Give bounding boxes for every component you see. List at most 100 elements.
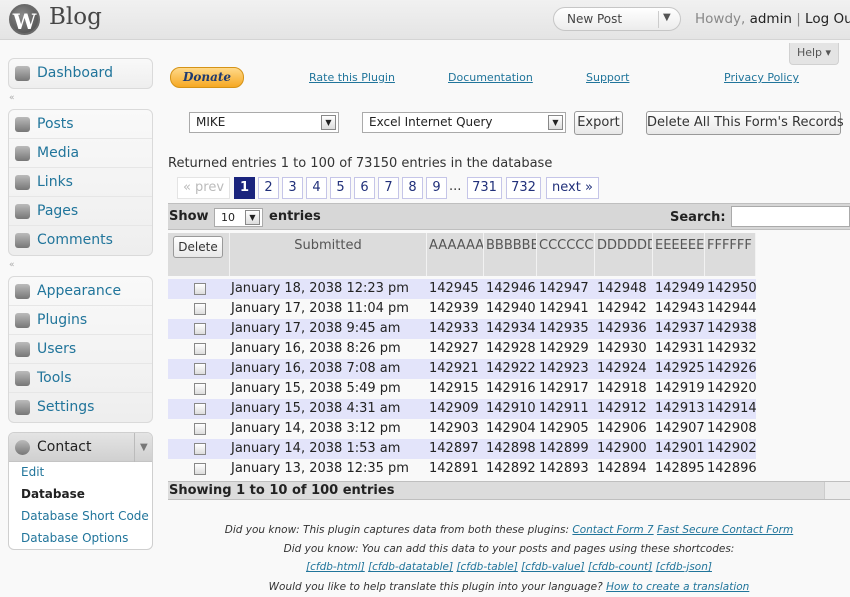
documentation-link[interactable]: Documentation — [448, 71, 533, 84]
menu-links[interactable]: Links — [9, 168, 152, 197]
search-input[interactable] — [731, 206, 850, 227]
separator: | — [791, 11, 806, 27]
privacy-policy-link[interactable]: Privacy Policy — [724, 71, 799, 84]
capture-note: Did you know: This plugin captures data … — [168, 524, 850, 536]
export-format-select[interactable]: Excel Internet Query ▼ — [362, 112, 566, 133]
shortcode-cfdb-table-link[interactable]: [cfdb-table] — [456, 561, 517, 573]
shortcode-cfdb-value-link[interactable]: [cfdb-value] — [521, 561, 584, 573]
menu-dashboard[interactable]: Dashboard — [9, 59, 152, 88]
column-header-bbbbbb[interactable]: BBBBBB — [484, 233, 537, 276]
cell-aaaaaa: 142939 — [429, 301, 479, 316]
menu-media[interactable]: Media — [9, 139, 152, 168]
chevron-down-icon[interactable]: ▼ — [245, 210, 260, 225]
form-select[interactable]: MIKE ▼ — [189, 112, 339, 133]
cell-dddddd: 142942 — [597, 301, 647, 316]
shortcode-cfdb-json-link[interactable]: [cfdb-json] — [656, 561, 712, 573]
cell-eeeeee: 142943 — [655, 301, 705, 316]
column-header-ffffff[interactable]: FFFFFF — [705, 233, 756, 276]
horizontal-scrollbar[interactable] — [824, 482, 850, 499]
cell-dddddd: 142924 — [597, 361, 647, 376]
row-select-checkbox[interactable] — [194, 423, 206, 435]
triangle-down-icon[interactable]: ▼ — [140, 433, 148, 462]
menu-contact[interactable]: Contact ▼ — [9, 433, 152, 462]
cell-bbbbbb: 142910 — [486, 401, 536, 416]
submenu-database-short-code[interactable]: Database Short Code — [21, 509, 149, 523]
column-header-cccccc[interactable]: CCCCCC — [537, 233, 595, 276]
delete-selected-button[interactable]: Delete — [173, 236, 223, 258]
row-select-checkbox[interactable] — [194, 403, 206, 415]
menu-settings[interactable]: Settings — [9, 393, 152, 422]
cell-eeeeee: 142919 — [655, 381, 705, 396]
chevron-down-icon[interactable]: ▼ — [321, 115, 336, 130]
cell-bbbbbb: 142916 — [486, 381, 536, 396]
fast-secure-contact-form-link[interactable]: Fast Secure Contact Form — [657, 524, 793, 536]
pagination-page-3[interactable]: 3 — [282, 177, 303, 199]
shortcode-cfdb-html-link[interactable]: [cfdb-html] — [306, 561, 365, 573]
table-row: January 17, 2038 11:04 pm 142939 142940 142… — [168, 299, 757, 319]
shortcode-cfdb-datatable-link[interactable]: [cfdb-datatable] — [368, 561, 453, 573]
chevron-down-icon[interactable]: ▼ — [548, 115, 563, 130]
export-button[interactable]: Export — [574, 111, 623, 135]
column-header-aaaaaa[interactable]: AAAAAA — [427, 233, 484, 276]
submenu-edit[interactable]: Edit — [21, 465, 44, 479]
menu-users[interactable]: Users — [9, 335, 152, 364]
submenu-database[interactable]: Database — [21, 487, 85, 501]
menu-appearance[interactable]: Appearance — [9, 277, 152, 306]
row-select-checkbox[interactable] — [194, 303, 206, 315]
submenu-database-options[interactable]: Database Options — [21, 531, 128, 545]
row-select-checkbox[interactable] — [194, 283, 206, 295]
pagination-page-731[interactable]: 731 — [467, 177, 502, 199]
pagination-page-5[interactable]: 5 — [330, 177, 351, 199]
menu-posts[interactable]: Posts — [9, 110, 152, 139]
row-select-checkbox[interactable] — [194, 463, 206, 475]
row-select-checkbox[interactable] — [194, 323, 206, 335]
menu-users-label: Users — [37, 341, 77, 357]
help-tab-button[interactable]: Help ▾ — [789, 43, 839, 65]
pagination-page-7[interactable]: 7 — [378, 177, 399, 199]
page-length-select[interactable]: 10 ▼ — [214, 208, 263, 227]
pagination-page-9[interactable]: 9 — [426, 177, 447, 199]
site-title[interactable]: Blog — [49, 4, 102, 30]
menu-plugins-label: Plugins — [37, 312, 88, 328]
row-select-checkbox[interactable] — [194, 363, 206, 375]
pagination-page-1[interactable]: 1 — [234, 177, 255, 199]
cell-bbbbbb: 142934 — [486, 321, 536, 336]
triangle-down-icon[interactable]: ▼ — [663, 12, 671, 23]
cell-eeeeee: 142925 — [655, 361, 705, 376]
cell-cccccc: 142947 — [539, 281, 589, 296]
username-link[interactable]: admin — [750, 11, 792, 27]
contact-form-7-link[interactable]: Contact Form 7 — [572, 524, 653, 536]
pagination-page-2[interactable]: 2 — [258, 177, 279, 199]
pagination-page-8[interactable]: 8 — [402, 177, 423, 199]
row-select-checkbox[interactable] — [194, 443, 206, 455]
menu-plugins[interactable]: Plugins — [9, 306, 152, 335]
donate-button[interactable]: Donate — [170, 67, 244, 88]
row-select-checkbox[interactable] — [194, 343, 206, 355]
menu-separator-icon[interactable]: « — [9, 260, 15, 270]
cell-eeeeee: 142913 — [655, 401, 705, 416]
menu-tools[interactable]: Tools — [9, 364, 152, 393]
column-header-submitted[interactable]: Submitted — [230, 233, 427, 276]
wordpress-logo-icon[interactable]: W — [9, 4, 40, 35]
row-select-checkbox[interactable] — [194, 383, 206, 395]
cell-ffffff: 142950 — [707, 281, 757, 296]
menu-pages[interactable]: Pages — [9, 197, 152, 226]
pagination-page-732[interactable]: 732 — [506, 177, 541, 199]
menu-separator-icon[interactable]: « — [9, 93, 15, 103]
new-post-dropdown[interactable]: New Post ▼ — [553, 7, 681, 31]
delete-all-records-button[interactable]: Delete All This Form's Records — [646, 111, 844, 135]
logout-link[interactable]: Log Out — [805, 11, 850, 27]
menu-contact-label: Contact — [37, 439, 92, 455]
shortcode-cfdb-count-link[interactable]: [cfdb-count] — [588, 561, 652, 573]
menu-comments[interactable]: Comments — [9, 226, 152, 255]
rate-plugin-link[interactable]: Rate this Plugin — [309, 71, 395, 84]
translation-link[interactable]: How to create a translation — [606, 581, 749, 593]
pagination-prev[interactable]: « prev — [177, 177, 230, 199]
pagination-next[interactable]: next » — [546, 177, 599, 199]
pagination-page-4[interactable]: 4 — [306, 177, 327, 199]
pagination-page-6[interactable]: 6 — [354, 177, 375, 199]
column-header-eeeeee[interactable]: EEEEEE — [653, 233, 705, 276]
support-link[interactable]: Support — [586, 71, 629, 84]
cell-bbbbbb: 142940 — [486, 301, 536, 316]
column-header-dddddd[interactable]: DDDDDD — [595, 233, 653, 276]
